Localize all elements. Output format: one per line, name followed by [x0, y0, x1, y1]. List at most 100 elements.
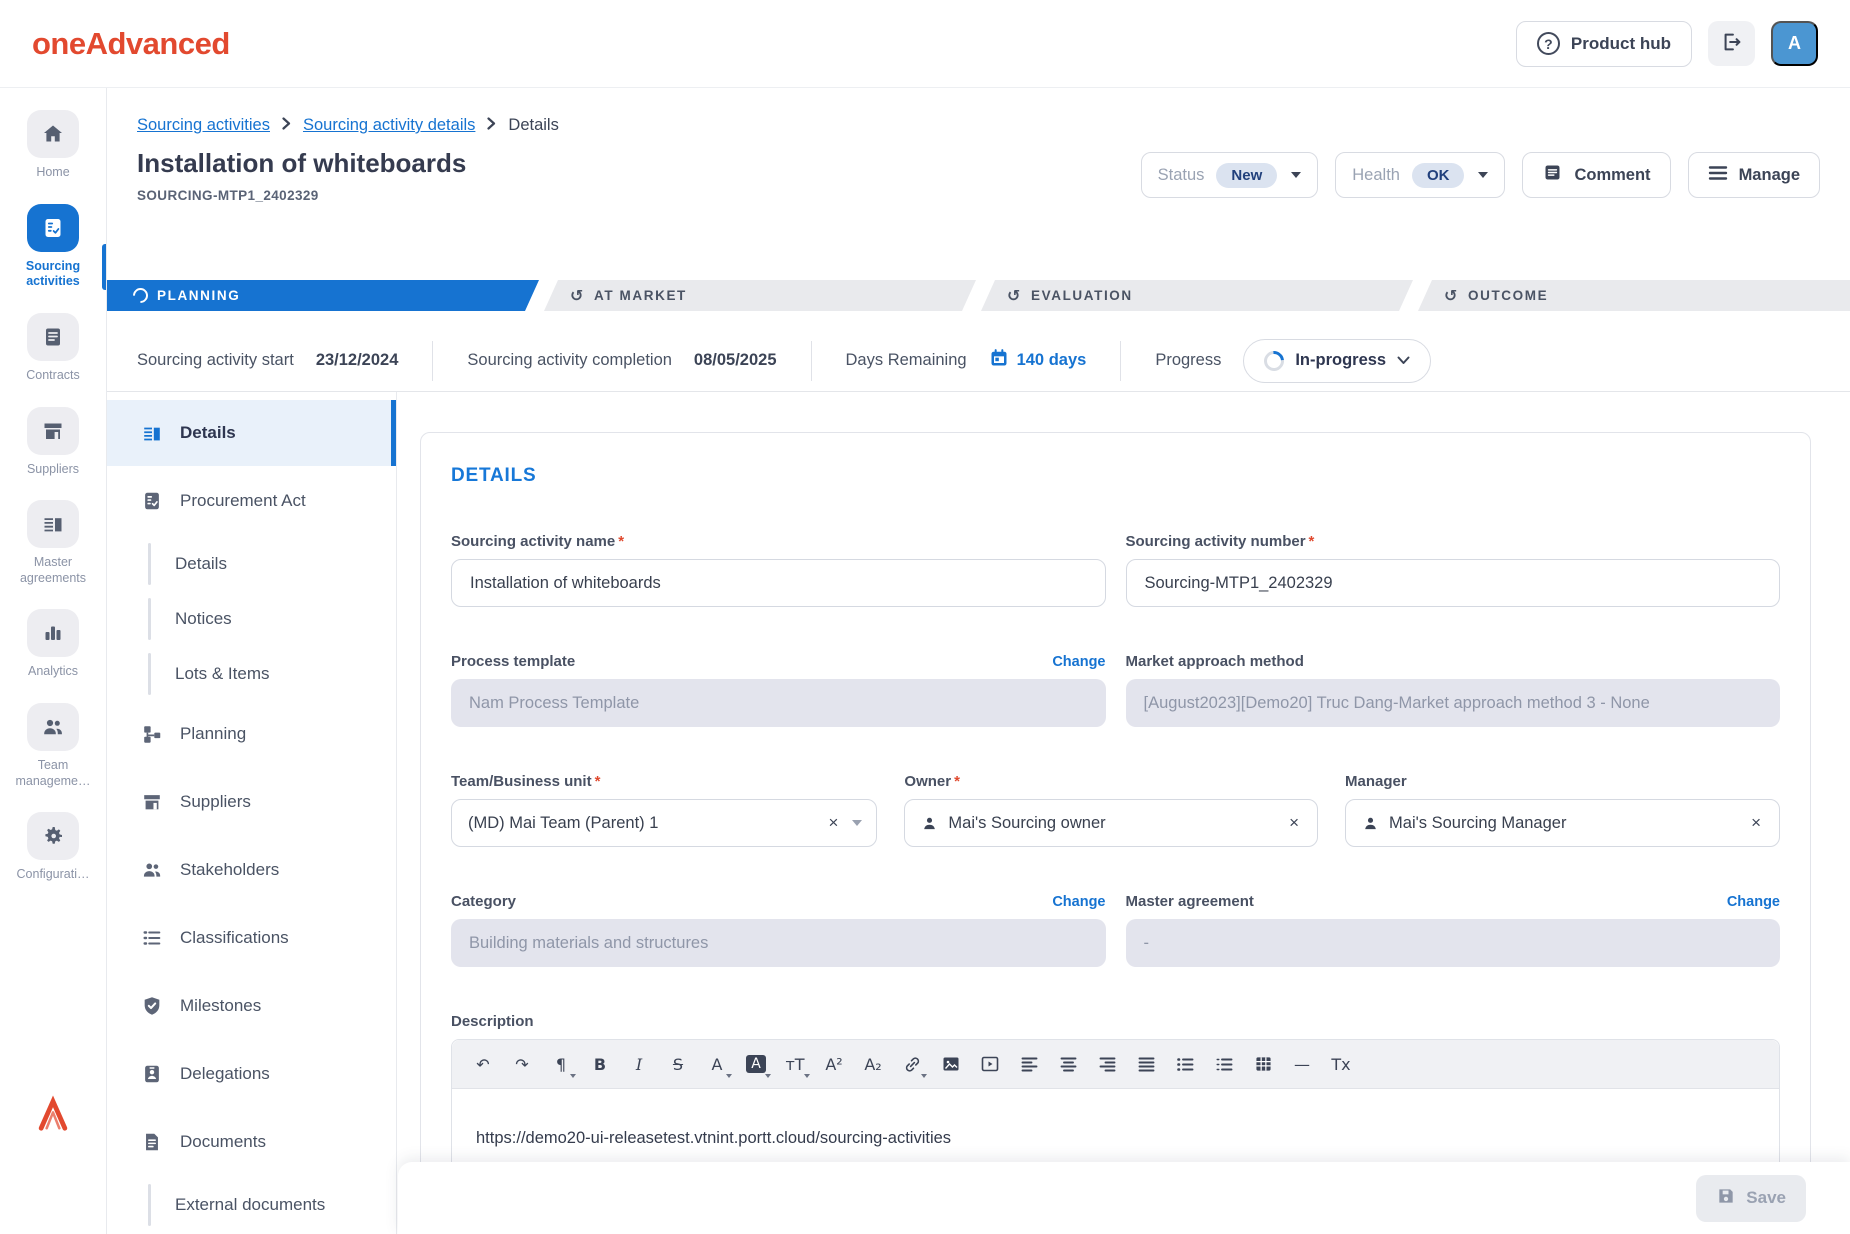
sidebar-item-home[interactable]: Home	[0, 110, 106, 181]
activity-completion-section: Sourcing activity completion 08/05/2025	[433, 341, 811, 381]
image-icon[interactable]	[934, 1047, 968, 1081]
form-row-name-number: Sourcing activity name* Sourcing activit…	[451, 533, 1780, 607]
subnav-item-milestones[interactable]: Milestones	[107, 975, 396, 1037]
subnav-item-delegations[interactable]: Delegations	[107, 1043, 396, 1105]
breadcrumb-link-sourcing-activities[interactable]: Sourcing activities	[137, 116, 270, 135]
align-left-icon[interactable]	[1012, 1047, 1046, 1081]
bullet-list-icon[interactable]	[1168, 1047, 1202, 1081]
media-icon[interactable]	[973, 1047, 1007, 1081]
subnav-item-classifications[interactable]: Classifications	[107, 907, 396, 969]
team-business-unit-select[interactable]: (MD) Mai Team (Parent) 1 ×	[451, 799, 877, 847]
table-icon[interactable]	[1246, 1047, 1280, 1081]
days-remaining-label: Days Remaining	[846, 351, 967, 370]
market-approach-label: Market approach method	[1126, 653, 1304, 670]
tab-planning[interactable]: PLANNING	[107, 280, 539, 311]
clear-icon[interactable]: ×	[824, 813, 842, 833]
subnav-label: Classifications	[180, 928, 289, 948]
tab-at-market[interactable]: ↺ AT MARKET	[544, 280, 976, 311]
ordered-list-icon[interactable]	[1207, 1047, 1241, 1081]
subnav-item-stakeholders[interactable]: Stakeholders	[107, 839, 396, 901]
subnav-item-details[interactable]: Details	[107, 400, 396, 466]
clear-icon[interactable]: ×	[1285, 813, 1303, 833]
change-master-agreement-link[interactable]: Change	[1727, 894, 1780, 910]
subnav-label: Details	[180, 423, 236, 443]
subnav-label: Documents	[180, 1132, 266, 1152]
owner-select[interactable]: Mai's Sourcing owner ×	[904, 799, 1318, 847]
subnav-item-notices[interactable]: Notices	[107, 593, 396, 645]
subnav-item-procurement-act[interactable]: Procurement Act	[107, 470, 396, 532]
page-reference: SOURCING-MTP1_2402329	[137, 188, 319, 203]
progress-label: Progress	[1155, 351, 1221, 370]
user-avatar[interactable]: A	[1771, 21, 1818, 66]
paragraph-icon[interactable]: ¶	[544, 1047, 578, 1081]
sidebar-item-contracts[interactable]: Contracts	[0, 313, 106, 384]
people-icon	[140, 858, 164, 882]
sidebar-item-label: Analytics	[28, 664, 78, 680]
align-right-icon[interactable]	[1090, 1047, 1124, 1081]
progress-dropdown[interactable]: In-progress	[1243, 339, 1431, 383]
subnav-item-external-documents[interactable]: External documents	[107, 1179, 396, 1231]
subnav-item-procurement-details[interactable]: Details	[107, 538, 396, 590]
logout-button[interactable]	[1708, 21, 1755, 66]
subnav-item-suppliers[interactable]: Suppliers	[107, 771, 396, 833]
breadcrumb-link-activity-details[interactable]: Sourcing activity details	[303, 116, 475, 135]
sidebar-item-team-management[interactable]: Team manageme…	[0, 703, 106, 789]
highlight-icon[interactable]: A	[739, 1047, 773, 1081]
sidebar-item-sourcing-activities[interactable]: Sourcing activities	[0, 204, 106, 290]
manage-button[interactable]: Manage	[1688, 152, 1820, 198]
tab-outcome[interactable]: ↺ OUTCOME	[1418, 280, 1850, 311]
justify-icon[interactable]	[1129, 1047, 1163, 1081]
text-color-icon[interactable]: A	[700, 1047, 734, 1081]
manager-select[interactable]: Mai's Sourcing Manager ×	[1345, 799, 1780, 847]
strikethrough-icon[interactable]: S	[661, 1047, 695, 1081]
sidebar-item-configuration[interactable]: Configurati…	[0, 812, 106, 883]
status-label: Status	[1158, 166, 1205, 185]
font-size-icon[interactable]: тT	[778, 1047, 812, 1081]
save-icon	[1716, 1186, 1736, 1211]
subnav-item-planning[interactable]: Planning	[107, 703, 396, 765]
subnav-label: Details	[175, 554, 227, 574]
health-dropdown[interactable]: Health OK	[1335, 152, 1505, 198]
subnav-label: Planning	[180, 724, 246, 744]
required-asterisk: *	[618, 533, 624, 550]
required-asterisk: *	[1309, 533, 1315, 550]
subscript-icon[interactable]: A₂	[856, 1047, 890, 1081]
link-icon[interactable]	[895, 1047, 929, 1081]
tab-evaluation[interactable]: ↺ EVALUATION	[981, 280, 1413, 311]
team-label: Team/Business unit*	[451, 773, 600, 790]
oneadvanced-logo[interactable]: oneAdvanced	[32, 26, 230, 62]
align-center-icon[interactable]	[1051, 1047, 1085, 1081]
stage-tabs: PLANNING ↺ AT MARKET ↺ EVALUATION ↺ OUTC…	[107, 280, 1850, 311]
sidebar-item-analytics[interactable]: Analytics	[0, 609, 106, 680]
redo-icon[interactable]: ↷	[505, 1047, 539, 1081]
superscript-icon[interactable]: A²	[817, 1047, 851, 1081]
configuration-icon	[27, 812, 79, 860]
form-row-team-owner-manager: Team/Business unit* (MD) Mai Team (Paren…	[451, 773, 1780, 847]
italic-icon[interactable]: I	[622, 1047, 656, 1081]
subnav-item-documents[interactable]: Documents	[107, 1111, 396, 1173]
status-dropdown[interactable]: Status New	[1141, 152, 1319, 198]
change-category-link[interactable]: Change	[1052, 894, 1105, 910]
sidebar-item-label: Contracts	[26, 368, 80, 384]
category-field: Building materials and structures	[451, 919, 1106, 967]
rich-text-toolbar: ↶ ↷ ¶ B I S A A тT A² A₂	[452, 1040, 1779, 1089]
undo-icon[interactable]: ↶	[466, 1047, 500, 1081]
sidebar-item-suppliers[interactable]: Suppliers	[0, 407, 106, 478]
sidebar-item-master-agreements[interactable]: Master agreements	[0, 500, 106, 586]
sourcing-activity-number-input[interactable]	[1126, 559, 1781, 607]
bold-icon[interactable]: B	[583, 1047, 617, 1081]
save-button[interactable]: Save	[1696, 1175, 1806, 1222]
subnav-item-lots-items[interactable]: Lots & Items	[107, 648, 396, 700]
comment-button[interactable]: Comment	[1522, 152, 1670, 198]
horizontal-rule-icon[interactable]: —	[1285, 1047, 1319, 1081]
clear-icon[interactable]: ×	[1747, 813, 1765, 833]
subnav-label: Suppliers	[180, 792, 251, 812]
chevron-down-icon[interactable]	[852, 820, 862, 826]
sourcing-activity-name-input[interactable]	[451, 559, 1106, 607]
product-hub-button[interactable]: Product hub	[1516, 21, 1692, 67]
main-content: Sourcing activities Sourcing activity de…	[107, 88, 1850, 1234]
change-process-template-link[interactable]: Change	[1052, 654, 1105, 670]
clear-format-icon[interactable]: Tx	[1324, 1047, 1358, 1081]
manager-label: Manager	[1345, 773, 1407, 790]
chevron-down-icon	[1291, 172, 1301, 178]
